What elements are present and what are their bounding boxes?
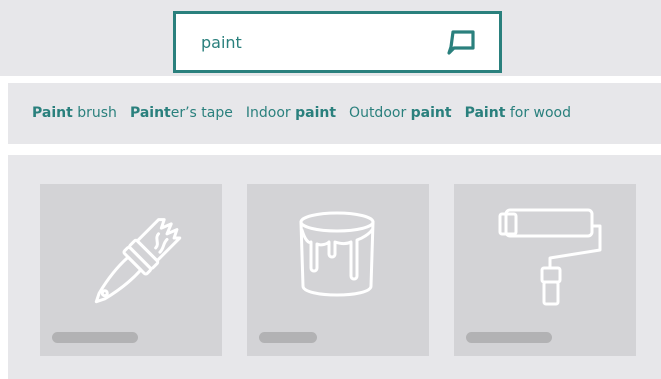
suggestion-match: Paint xyxy=(32,105,73,121)
product-title-placeholder xyxy=(52,332,138,343)
suggestion-prefix: Outdoor xyxy=(349,105,411,121)
suggestion-item[interactable]: Outdoor paint xyxy=(349,104,452,122)
paint-can-icon xyxy=(299,211,375,297)
suggestion-item[interactable]: Painter’s tape xyxy=(130,104,233,122)
suggestions-list: Paint brush Painter’s tape Indoor paint … xyxy=(32,104,571,122)
suggestions-bar: Paint brush Painter’s tape Indoor paint … xyxy=(8,83,661,144)
search-submit-icon xyxy=(447,30,475,55)
product-title-placeholder xyxy=(259,332,317,343)
suggestion-item[interactable]: Indoor paint xyxy=(246,104,336,122)
product-card[interactable] xyxy=(40,184,222,356)
suggestion-suffix: brush xyxy=(72,105,117,121)
product-card[interactable] xyxy=(247,184,429,356)
suggestion-prefix: Indoor xyxy=(245,105,296,121)
suggestion-item[interactable]: Paint for wood xyxy=(465,104,571,122)
suggestion-match: Paint xyxy=(129,105,171,121)
product-card[interactable] xyxy=(454,184,636,356)
suggestion-suffix: er’s tape xyxy=(170,105,233,121)
suggestion-match: paint xyxy=(295,105,337,121)
search-box[interactable] xyxy=(173,11,502,73)
search-button[interactable] xyxy=(444,28,480,58)
paint-brush-icon xyxy=(94,218,182,304)
paint-roller-icon xyxy=(498,208,602,306)
product-results xyxy=(8,155,661,379)
search-page: Paint brush Painter’s tape Indoor paint … xyxy=(0,0,661,379)
suggestion-match: Paint xyxy=(464,105,506,121)
search-input[interactable] xyxy=(201,14,441,70)
suggestion-suffix: for wood xyxy=(505,105,572,121)
suggestion-match: paint xyxy=(410,105,452,121)
suggestion-item[interactable]: Paint brush xyxy=(32,104,117,122)
search-area xyxy=(0,0,661,76)
product-title-placeholder xyxy=(466,332,552,343)
